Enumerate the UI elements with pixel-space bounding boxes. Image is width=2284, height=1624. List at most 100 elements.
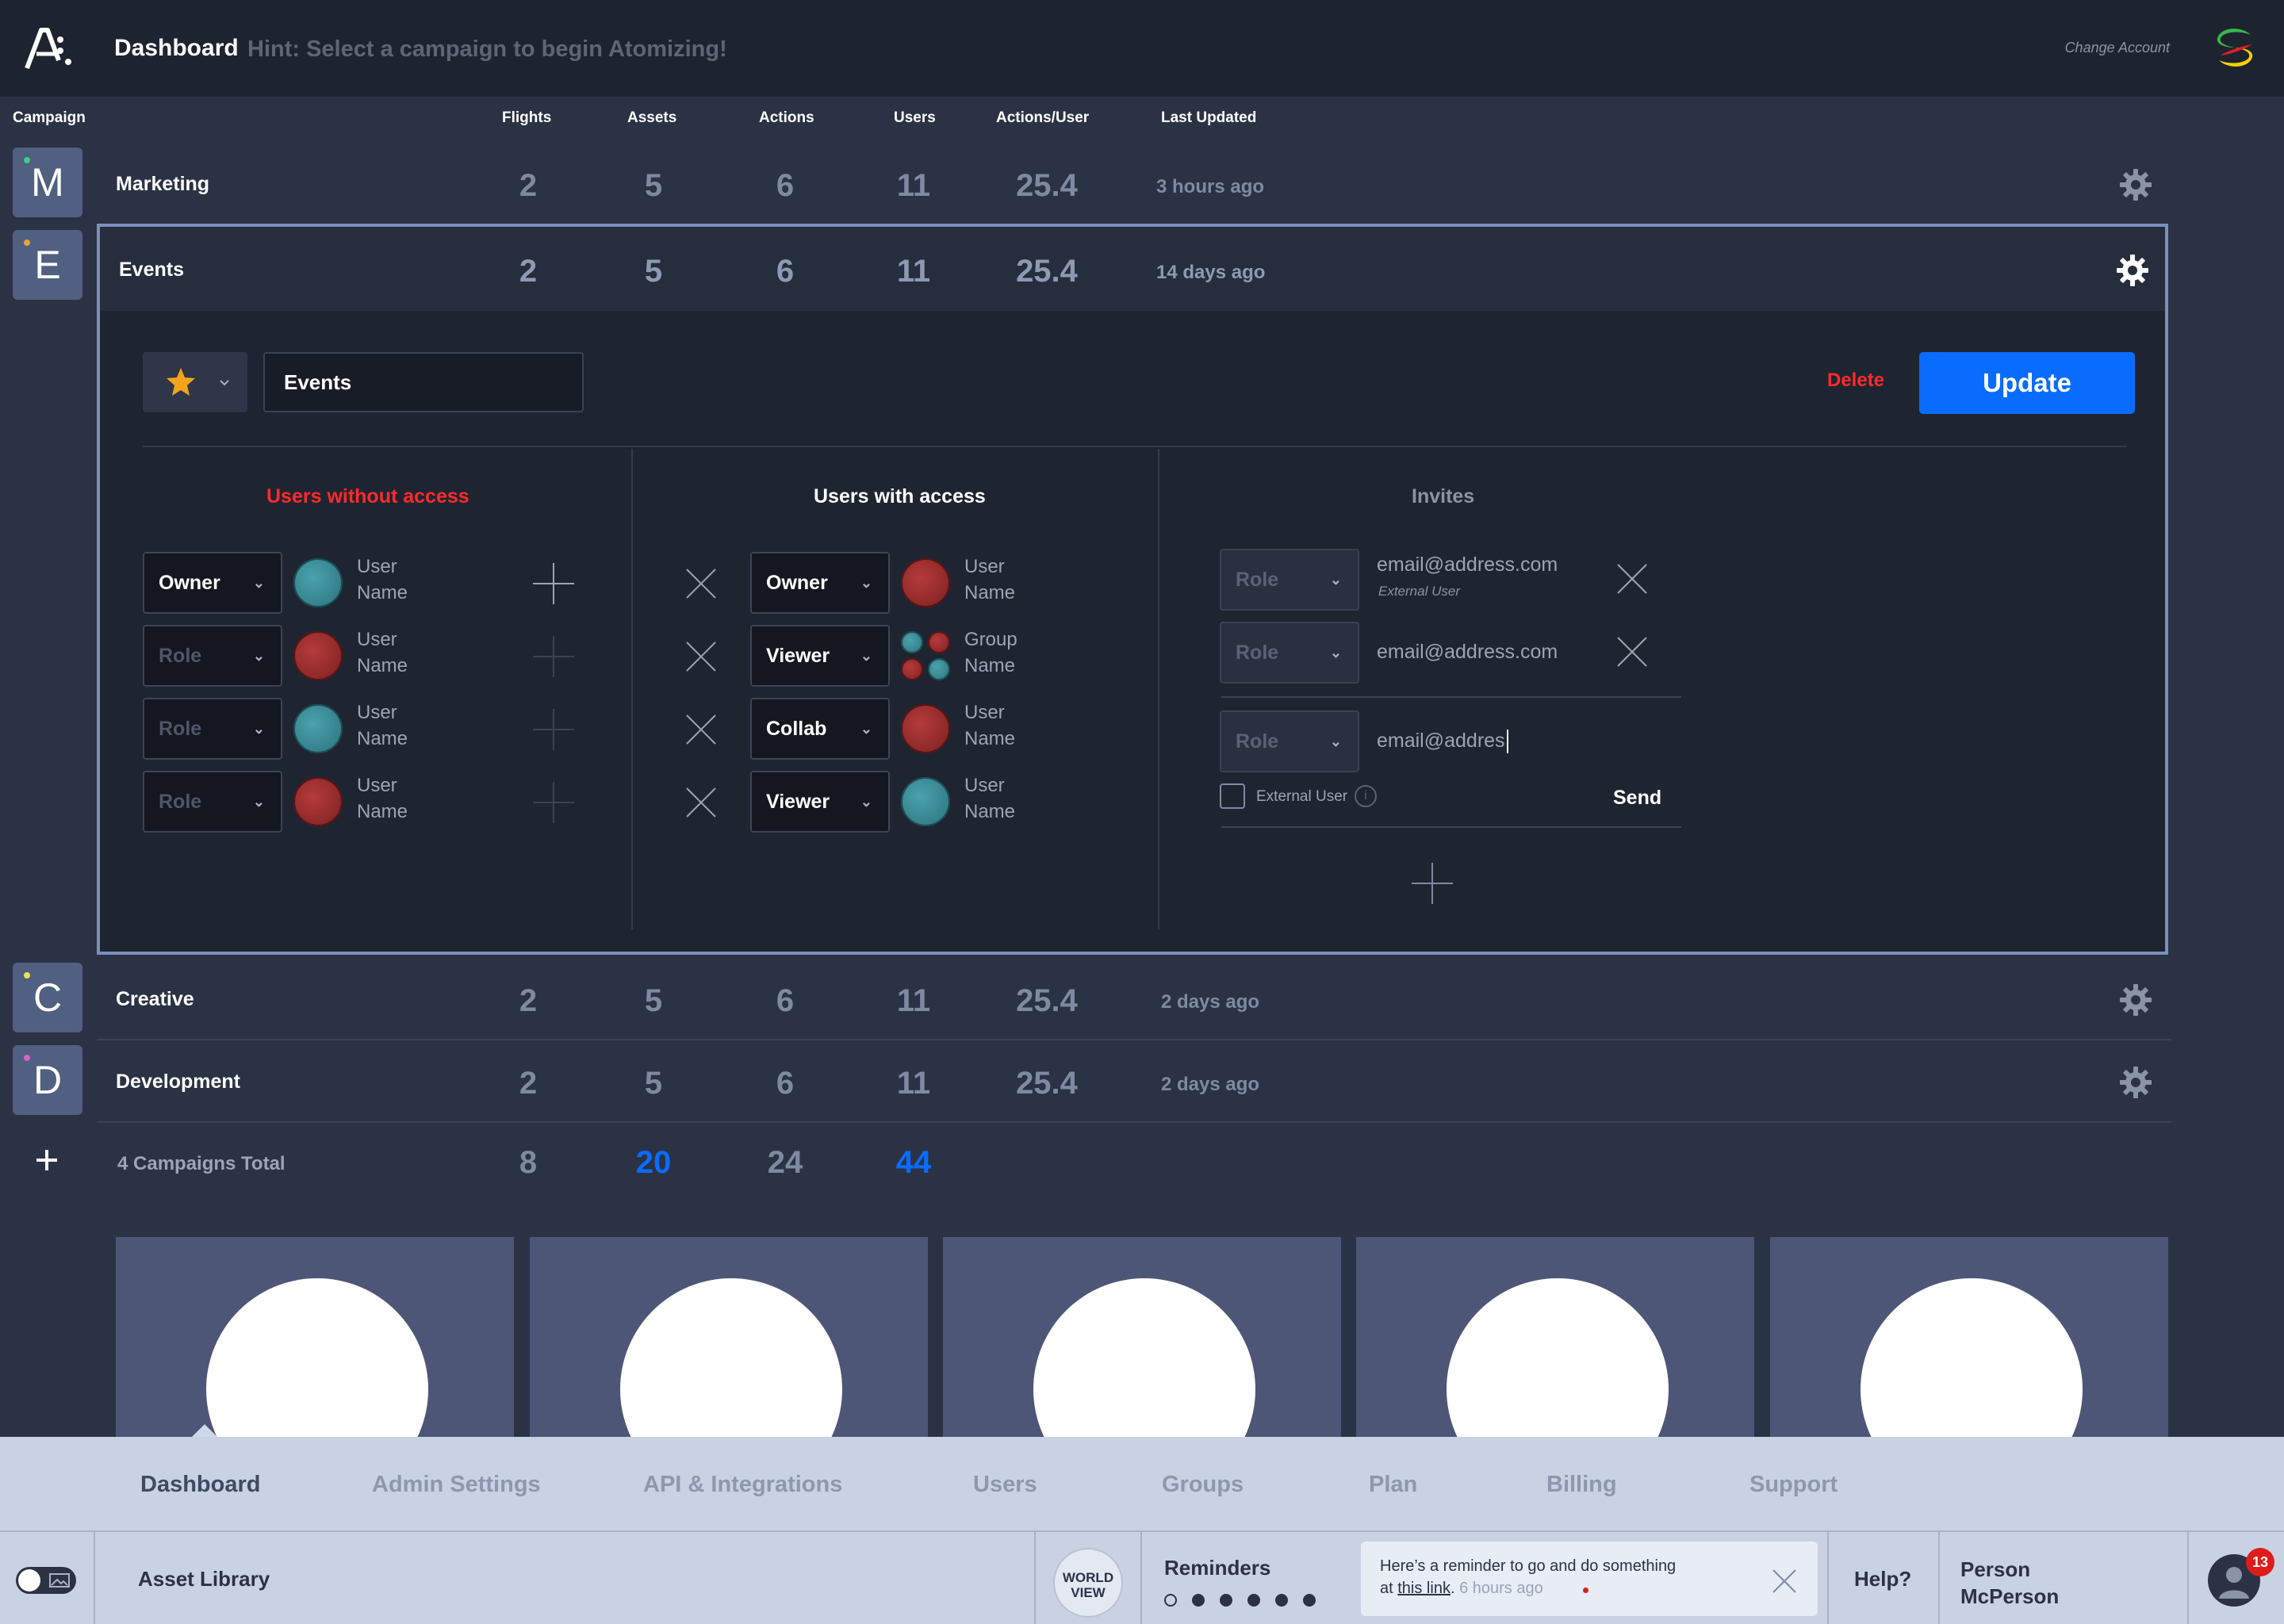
role-value: Owner [766,572,828,594]
user-name[interactable]: Person McPerson [1960,1556,2059,1610]
campaign-avatar-events[interactable]: E [13,230,82,300]
world-view-button[interactable]: WORLD VIEW [1053,1548,1123,1618]
campaign-avatar-development[interactable]: D [13,1045,82,1115]
campaign-name-input[interactable]: Events [263,352,584,412]
remove-user-icon[interactable] [682,783,720,822]
user-name: User Name [357,556,408,603]
send-invite-button[interactable]: Send [1613,787,1661,810]
add-user-icon[interactable] [531,561,576,606]
reminder-page-dot[interactable] [1164,1594,1177,1607]
asset-card[interactable] [116,1237,514,1437]
notification-badge[interactable]: 13 [2246,1548,2274,1576]
change-account-link[interactable]: Change Account [2065,40,2170,56]
divider [2187,1532,2189,1624]
reminder-page-dot[interactable] [1192,1594,1205,1607]
nav-billing[interactable]: Billing [1546,1472,1617,1498]
view-toggle[interactable] [16,1567,76,1594]
chevron-down-icon: ⌄ [860,721,872,737]
asset-card[interactable] [943,1237,1341,1437]
flights-value: 2 [519,254,538,289]
remove-user-icon[interactable] [682,565,720,603]
remove-invite-icon[interactable] [1613,560,1651,598]
campaign-avatar-marketing[interactable]: M [13,147,82,217]
role-dropdown[interactable]: Role ⌄ [143,698,282,760]
divider [631,449,633,929]
role-dropdown[interactable]: Collab ⌄ [750,698,890,760]
column-header-assets[interactable]: Assets [627,109,676,127]
delete-button[interactable]: Delete [1827,370,1884,392]
text-cursor [1506,730,1508,754]
asset-card[interactable] [1770,1237,2168,1437]
add-user-icon[interactable] [531,780,576,825]
add-campaign-icon[interactable] [35,1148,59,1172]
reminder-page-dot[interactable] [1220,1594,1232,1607]
asset-card[interactable] [1356,1237,1754,1437]
add-user-icon[interactable] [531,634,576,679]
campaign-avatar-creative[interactable]: C [13,963,82,1032]
external-user-checkbox[interactable] [1220,783,1245,809]
reminder-link[interactable]: this link [1397,1580,1450,1597]
nav-admin-settings[interactable]: Admin Settings [372,1472,541,1498]
column-header-actions[interactable]: Actions [759,109,814,127]
remove-user-icon[interactable] [682,638,720,676]
campaign-row-events[interactable]: Events 2 5 6 11 25.4 14 days ago [100,227,2165,311]
chevron-down-icon [220,380,229,386]
role-dropdown[interactable]: Role ⌄ [143,771,282,833]
column-header-flights[interactable]: Flights [502,109,551,127]
role-dropdown[interactable]: Owner ⌄ [143,552,282,614]
column-header-users[interactable]: Users [894,109,936,127]
role-dropdown[interactable]: Viewer ⌄ [750,625,890,687]
settings-gear-icon[interactable] [2119,1066,2152,1099]
chevron-down-icon: ⌄ [1329,572,1342,588]
campaign-row-marketing[interactable]: Marketing 2 5 6 11 25.4 3 hours ago [97,144,2171,225]
divider [97,1121,2171,1123]
total-users[interactable]: 44 [866,1145,961,1181]
campaign-row-development[interactable]: Development 2 5 6 11 25.4 2 days ago [97,1042,2171,1123]
asset-card[interactable] [530,1237,928,1437]
nav-dashboard[interactable]: Dashboard [140,1472,260,1498]
info-icon[interactable]: i [1355,785,1377,807]
new-invite-role-dropdown[interactable]: Role ⌄ [1220,710,1359,772]
account-logo-icon[interactable] [2209,24,2260,71]
settings-gear-icon[interactable] [2119,168,2152,201]
role-dropdown[interactable]: Viewer ⌄ [750,771,890,833]
column-header-actions-per-user[interactable]: Actions/User [996,109,1089,127]
role-dropdown[interactable]: Role ⌄ [143,625,282,687]
update-button[interactable]: Update [1919,352,2135,414]
reminder-page-dot[interactable] [1247,1594,1260,1607]
remove-user-icon[interactable] [682,710,720,749]
role-dropdown[interactable]: Owner ⌄ [750,552,890,614]
favorite-selector[interactable] [143,352,247,412]
top-bar: Dashboard Hint: Select a campaign to beg… [0,0,2284,97]
total-assets[interactable]: 20 [606,1145,701,1181]
close-icon[interactable] [1770,1567,1799,1595]
reminder-page-dot[interactable] [1275,1594,1288,1607]
invite-role-dropdown[interactable]: Role ⌄ [1220,549,1359,611]
add-user-icon[interactable] [531,707,576,752]
external-user-label: External User [1256,788,1348,805]
invite-role-dropdown[interactable]: Role ⌄ [1220,622,1359,684]
nav-api-integrations[interactable]: API & Integrations [643,1472,842,1498]
reminder-page-dot[interactable] [1303,1594,1316,1607]
new-invite-email-input[interactable]: email@addres [1377,730,1508,754]
nav-users[interactable]: Users [973,1472,1037,1498]
nav-plan[interactable]: Plan [1369,1472,1417,1498]
chevron-down-icon: ⌄ [860,794,872,810]
asset-library-label[interactable]: Asset Library [138,1567,270,1591]
help-link[interactable]: Help? [1854,1567,1911,1591]
campaign-row-creative[interactable]: Creative 2 5 6 11 25.4 2 days ago [97,959,2171,1040]
divider [1221,826,1681,828]
nav-groups[interactable]: Groups [1162,1472,1244,1498]
atomize-logo-icon[interactable] [24,25,75,71]
add-invite-icon[interactable] [1410,861,1454,906]
flights-value: 2 [519,168,538,203]
chevron-down-icon: ⌄ [252,648,265,664]
settings-gear-icon[interactable] [2116,254,2149,287]
remove-invite-icon[interactable] [1613,633,1651,671]
avatar [293,704,343,753]
divider [1034,1532,1036,1624]
column-header-last-updated[interactable]: Last Updated [1161,109,1256,127]
last-updated-value: 2 days ago [1161,991,1260,1013]
nav-support[interactable]: Support [1749,1472,1838,1498]
settings-gear-icon[interactable] [2119,983,2152,1017]
